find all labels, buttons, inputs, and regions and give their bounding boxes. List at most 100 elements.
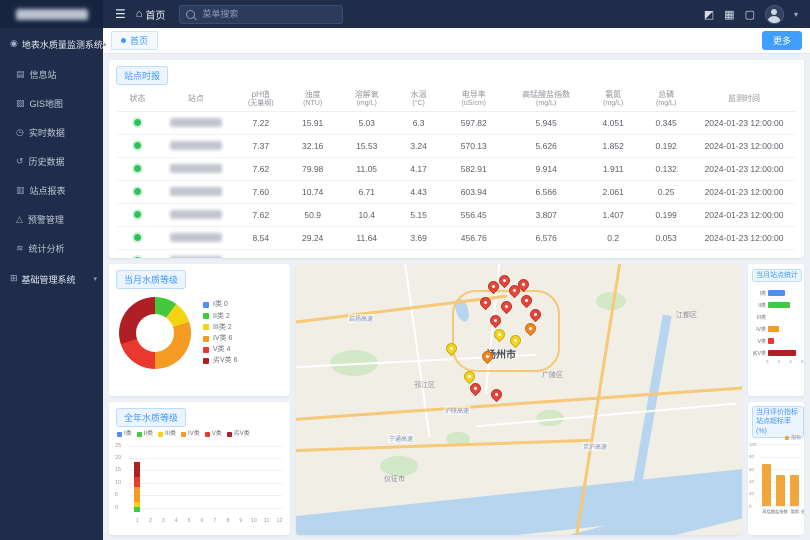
sidebar-item-label: 统计分析 (29, 242, 65, 255)
column-header: 监测时间 (692, 88, 796, 111)
column-header: 氨氮(mg/L) (586, 88, 640, 111)
fullscreen-icon[interactable]: ▢ (745, 8, 755, 21)
apps-grid-icon[interactable]: ▦ (724, 8, 734, 21)
hbar-row: I类 (748, 287, 804, 299)
map-icon: ▧ (16, 99, 25, 109)
legend-swatch (785, 436, 789, 440)
sidebar-item[interactable]: ◷实时数据 (0, 118, 103, 147)
station-name-blurred (170, 256, 222, 258)
sidebar-menu: ▤ 信息站 ▧GIS地图◷实时数据↺历史数据 ▥ 站点报表 △预警管理 ≋ 统计分析 (0, 60, 103, 263)
donut-hole (136, 314, 174, 352)
info-icon: ▤ (16, 70, 25, 80)
more-button[interactable]: 更多 (762, 31, 802, 50)
legend-item: IV类 6 (203, 333, 238, 344)
table-row: 7.3732.1615.533.24570.135.6261.8520.1922… (117, 134, 796, 157)
sidebar-item[interactable]: ▧GIS地图 (0, 89, 103, 118)
map-road-label: 宁通高速 (388, 434, 414, 443)
hourly-table: 状态站点pH值(无量纲)浊度(NTU)溶解氧(mg/L)水温(°C)电导率(uS… (117, 88, 796, 258)
panel-title-station-stats: 当月站点统计 (752, 269, 802, 282)
home-icon: ⌂ (136, 8, 143, 20)
column-header: 站点 (158, 88, 234, 111)
status-dot (134, 188, 141, 195)
table-row: 7.9633.083.435.38641.957.890.890.0642024… (117, 249, 796, 258)
legend-item: II类 2 (203, 311, 238, 322)
hamburger-menu-icon[interactable]: ☰ (115, 7, 126, 21)
map-city-label: 江都区 (676, 310, 697, 320)
breadcrumb[interactable]: 首页 (145, 7, 165, 22)
highway (296, 439, 590, 452)
donut-chart (119, 297, 191, 369)
panel-title-month-grade: 当月水质等级 (116, 270, 186, 289)
column-header: 状态 (117, 88, 158, 111)
exceed-rate-categories: 高锰酸盐指数氨氮总磷 (760, 508, 804, 515)
panel-title-hourly: 站点时报 (116, 66, 168, 85)
sidebar-item[interactable]: ▥ 站点报表 (0, 176, 103, 205)
sidebar-item[interactable]: ▤ 信息站 (0, 60, 103, 89)
status-dot (134, 257, 141, 258)
hbar-row: III类 (748, 311, 804, 323)
year-stacked-bar-chart: 0510152025123456789101112 (115, 444, 284, 526)
legend-item: 劣V类 6 (203, 355, 238, 366)
monitor-icon: ◉ (10, 39, 18, 49)
road (476, 403, 735, 428)
chevron-up-icon: ▴ (103, 40, 107, 48)
station-name-blurred (170, 141, 222, 150)
station-name-blurred (170, 118, 222, 127)
map-road-label: 京沪高速 (582, 442, 608, 451)
highway (296, 386, 742, 422)
sidebar-item[interactable]: ↺历史数据 (0, 147, 103, 176)
hourly-report-panel: 站点时报 状态站点pH值(无量纲)浊度(NTU)溶解氧(mg/L)水温(°C)电… (109, 60, 804, 258)
year-grade-panel: 全年水质等级 I类II类III类IV类V类劣V类 051015202512345… (109, 402, 290, 535)
sidebar-item-label: 站点报表 (30, 184, 66, 197)
legend-item: II类 (137, 430, 153, 440)
park-area (380, 456, 418, 476)
sidebar-group-base-system[interactable]: ⊞ 基础管理系统 ▾ (0, 263, 103, 295)
table-row: 7.6010.746.714.43603.946.5662.0610.25202… (117, 180, 796, 203)
legend-item: I类 0 (203, 299, 238, 310)
chevron-down-icon[interactable]: ▾ (794, 10, 798, 19)
map[interactable]: 扬州市江都区邗江区广陵区仪征市沪陕高速京沪高速启扬高速宁通高速 (296, 264, 742, 535)
station-name-blurred (170, 164, 222, 173)
search-input[interactable] (200, 8, 324, 20)
status-dot (134, 119, 141, 126)
legend-item: V类 4 (203, 344, 238, 355)
status-dot (134, 234, 141, 241)
tab-home[interactable]: 首页 (111, 31, 158, 50)
table-row: 8.5429.2411.643.69456.766.5760.20.053202… (117, 226, 796, 249)
stats-icon: ≋ (16, 244, 24, 254)
map-city-label: 仪征市 (384, 474, 405, 484)
app-window: ☰ ⌂ 首页 ◩ ▦ ▢ ▾ ◉ 地表水质量监测系统 ▴ ▤信息站▧GIS地图◷… (0, 0, 810, 540)
month-grade-panel: 当月水质等级 I类 0II类 2III类 2IV类 6V类 4劣V类 6 (109, 264, 290, 396)
station-stats-bar-chart: I类II类III类IV类V类劣V类0246 (748, 287, 804, 367)
station-name-blurred (170, 187, 222, 196)
legend-label: 指标 (791, 434, 801, 441)
map-pin[interactable] (489, 387, 505, 403)
map-city-label: 广陵区 (542, 370, 563, 380)
station-name-blurred (170, 233, 222, 242)
status-dot (134, 211, 141, 218)
topbar: ☰ ⌂ 首页 ◩ ▦ ▢ ▾ (0, 0, 810, 28)
column-header: 浊度(NTU) (288, 88, 338, 111)
column-header: 高锰酸盐指数(mg/L) (506, 88, 586, 111)
bar (790, 475, 799, 506)
menu-search[interactable] (179, 5, 343, 24)
sidebar-item[interactable]: △预警管理 (0, 205, 103, 234)
report-icon: ▥ (16, 186, 25, 196)
tab-active-dot (121, 38, 126, 43)
sidebar-group-water-system[interactable]: ◉ 地表水质量监测系统 ▴ (0, 28, 103, 60)
logo-blurred-text (16, 9, 88, 20)
exceed-rate-legend: 指标 (785, 434, 801, 441)
sidebar-item[interactable]: ≋ 统计分析 (0, 234, 103, 263)
realtime-icon: ◷ (16, 128, 24, 138)
avatar[interactable] (765, 5, 784, 24)
table-row: 7.6250.910.45.15556.453.8071.4070.199202… (117, 203, 796, 226)
column-header: 电导率(uS/cm) (441, 88, 506, 111)
sidebar-item-label: 信息站 (30, 68, 57, 81)
map-city-label: 邗江区 (414, 380, 435, 390)
main-content: 站点时报 状态站点pH值(无量纲)浊度(NTU)溶解氧(mg/L)水温(°C)电… (103, 54, 810, 540)
theme-skin-icon[interactable]: ◩ (704, 8, 714, 21)
bar (776, 475, 785, 506)
map-road-label: 沪陕高速 (444, 406, 470, 415)
history-icon: ↺ (16, 157, 24, 167)
status-dot (134, 142, 141, 149)
